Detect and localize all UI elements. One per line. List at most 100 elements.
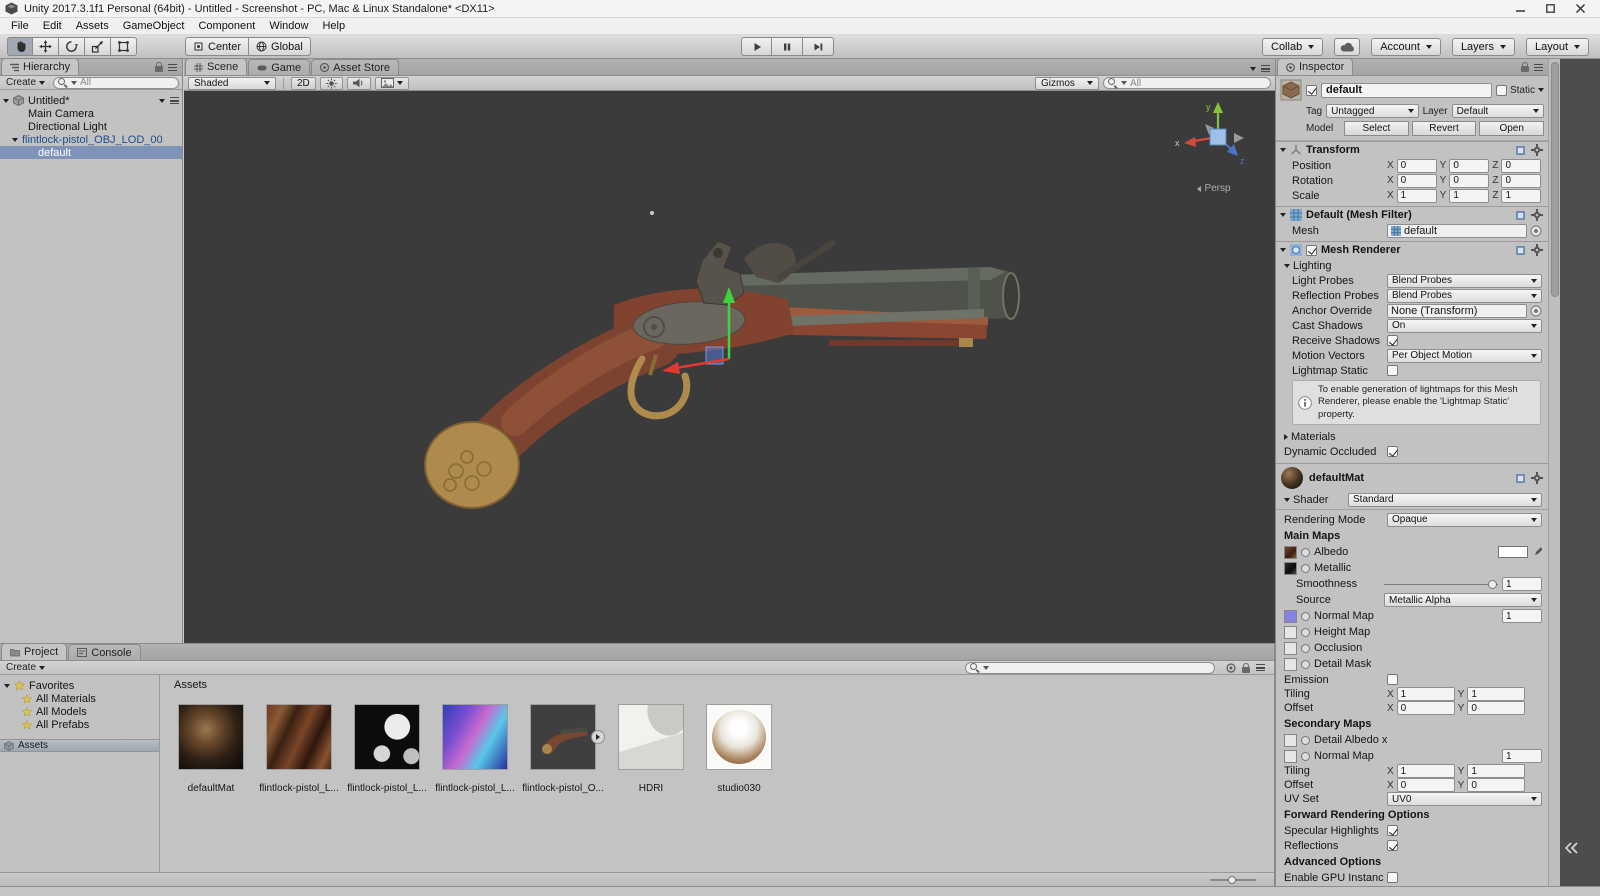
offset-x-field[interactable]: 0 xyxy=(1396,701,1455,716)
rotation-y-field[interactable]: 0 xyxy=(1449,173,1490,188)
tab-hierarchy[interactable]: Hierarchy xyxy=(1,58,80,75)
offset-y-field[interactable]: 0 xyxy=(1467,701,1526,716)
rect-tool-button[interactable] xyxy=(111,37,137,56)
scale-y-field[interactable]: 1 xyxy=(1449,188,1490,203)
lighting-foldout[interactable]: Lighting xyxy=(1276,258,1548,273)
thumbnail-size-slider[interactable] xyxy=(1210,875,1256,885)
projection-mode-label[interactable]: Persp xyxy=(1171,183,1257,194)
help-icon[interactable] xyxy=(1515,473,1526,484)
menu-window[interactable]: Window xyxy=(262,18,315,34)
hierarchy-item-main-camera[interactable]: Main Camera xyxy=(0,107,182,120)
hierarchy-search-input[interactable]: All xyxy=(53,76,179,89)
asset-thumbnail[interactable] xyxy=(178,704,244,770)
asset-thumbnail[interactable] xyxy=(266,704,332,770)
pause-button[interactable] xyxy=(772,37,803,56)
scrollbar-thumb[interactable] xyxy=(1550,62,1559,297)
panel-menu-icon[interactable] xyxy=(1534,63,1543,71)
scale-tool-button[interactable] xyxy=(85,37,111,56)
asset-thumbnail[interactable] xyxy=(706,704,772,770)
texture-picker-icon[interactable] xyxy=(1301,735,1310,745)
specular-highlights-checkbox[interactable] xyxy=(1387,825,1398,837)
tiling-y-field[interactable]: 1 xyxy=(1467,687,1526,702)
project-search-input[interactable] xyxy=(965,661,1215,674)
gpu-instancing-checkbox[interactable] xyxy=(1387,872,1398,884)
favorite-all-prefabs[interactable]: All Prefabs xyxy=(0,718,159,731)
secondary-tiling-y-field[interactable]: 1 xyxy=(1467,764,1526,779)
panel-menu-icon[interactable] xyxy=(168,63,177,71)
position-x-field[interactable]: 0 xyxy=(1396,158,1437,173)
detail-mask-thumb[interactable] xyxy=(1284,657,1297,671)
play-button[interactable] xyxy=(741,37,772,56)
asset-thumbnail[interactable] xyxy=(618,704,684,770)
static-checkbox[interactable] xyxy=(1495,84,1507,96)
light-probes-dropdown[interactable]: Blend Probes xyxy=(1387,273,1542,288)
static-toggle[interactable]: Static xyxy=(1495,84,1544,96)
shader-dropdown[interactable]: Standard xyxy=(1348,492,1542,507)
menu-file[interactable]: File xyxy=(4,18,36,34)
albedo-texture-thumb[interactable] xyxy=(1284,545,1297,559)
asset-flintlock-model[interactable]: flintlock-pistol_O... xyxy=(522,704,605,794)
foldout-arrow-icon[interactable] xyxy=(1280,213,1286,217)
layout-button[interactable]: Layout xyxy=(1525,37,1589,56)
gizmo-center-cube[interactable] xyxy=(1209,128,1227,146)
scene-menu-icon[interactable] xyxy=(170,97,179,104)
object-picker-icon[interactable] xyxy=(1530,225,1542,237)
2d-toggle-button[interactable]: 2D xyxy=(291,76,316,90)
panel-options-arrow-icon[interactable] xyxy=(1250,66,1256,71)
step-button[interactable] xyxy=(803,37,834,56)
slider-thumb[interactable] xyxy=(1228,875,1236,884)
draw-mode-dropdown[interactable]: Shaded xyxy=(188,76,276,90)
move-tool-button[interactable] xyxy=(33,37,59,56)
hierarchy-item-flintlock-pistol[interactable]: flintlock-pistol_OBJ_LOD_00 xyxy=(0,133,182,146)
panel-menu-icon[interactable] xyxy=(1256,664,1265,671)
lock-icon[interactable] xyxy=(155,62,163,72)
gizmo-x-cone[interactable] xyxy=(1184,137,1196,147)
maximize-button[interactable] xyxy=(1535,0,1565,17)
foldout-arrow-icon[interactable] xyxy=(12,137,18,142)
foldout-arrow-icon[interactable] xyxy=(1284,497,1290,502)
tiling-x-field[interactable]: 1 xyxy=(1396,687,1455,702)
inspector-scrollbar[interactable] xyxy=(1548,59,1560,886)
foldout-arrow-icon[interactable] xyxy=(3,98,9,103)
texture-picker-icon[interactable] xyxy=(1301,751,1310,761)
scale-z-field[interactable]: 1 xyxy=(1501,188,1542,203)
gizmos-dropdown[interactable]: Gizmos xyxy=(1035,76,1099,90)
secondary-offset-y-field[interactable]: 0 xyxy=(1467,778,1526,793)
panel-menu-icon[interactable] xyxy=(1261,65,1270,72)
asset-thumbnail[interactable] xyxy=(354,704,420,770)
close-button[interactable] xyxy=(1565,0,1595,17)
gear-icon[interactable] xyxy=(1531,144,1543,156)
favorite-all-materials[interactable]: All Materials xyxy=(0,692,159,705)
secondary-normal-thumb[interactable] xyxy=(1284,749,1297,763)
flintlock-pistol-model[interactable] xyxy=(184,91,1275,643)
hand-tool-button[interactable] xyxy=(7,37,33,56)
foldout-arrow-icon[interactable] xyxy=(1280,248,1286,252)
project-create-button[interactable]: Create xyxy=(3,662,48,673)
transform-component-header[interactable]: Transform xyxy=(1276,141,1548,158)
layer-dropdown[interactable]: Default xyxy=(1451,104,1545,118)
asset-flintlock-texture-3[interactable]: flintlock-pistol_L... xyxy=(435,704,515,794)
orientation-toggle-button[interactable]: Global xyxy=(249,37,311,56)
hierarchy-item-directional-light[interactable]: Directional Light xyxy=(0,120,182,133)
menu-gameobject[interactable]: GameObject xyxy=(116,18,192,34)
texture-picker-icon[interactable] xyxy=(1301,659,1310,669)
anchor-override-field[interactable]: None (Transform) xyxy=(1387,303,1527,318)
model-revert-button[interactable]: Revert xyxy=(1411,121,1477,136)
source-dropdown[interactable]: Metallic Alpha xyxy=(1384,593,1542,608)
tab-game[interactable]: Game xyxy=(248,59,311,75)
menu-help[interactable]: Help xyxy=(315,18,352,34)
texture-picker-icon[interactable] xyxy=(1301,547,1310,557)
position-z-field[interactable]: 0 xyxy=(1501,158,1542,173)
occlusion-thumb[interactable] xyxy=(1284,641,1297,655)
cast-shadows-dropdown[interactable]: On xyxy=(1387,318,1542,333)
menu-edit[interactable]: Edit xyxy=(36,18,69,34)
uv-set-dropdown[interactable]: UV0 xyxy=(1387,792,1542,807)
object-name-field[interactable]: default xyxy=(1321,82,1492,98)
height-map-thumb[interactable] xyxy=(1284,625,1297,639)
normal-scale-field[interactable]: 1 xyxy=(1502,609,1542,624)
scene-viewport[interactable]: y x z Persp xyxy=(184,91,1275,643)
asset-flintlock-texture-1[interactable]: flintlock-pistol_L... xyxy=(259,704,339,794)
dynamic-occluded-checkbox[interactable] xyxy=(1387,446,1398,458)
foldout-arrow-icon[interactable] xyxy=(1280,148,1286,152)
object-picker-icon[interactable] xyxy=(1530,305,1542,317)
